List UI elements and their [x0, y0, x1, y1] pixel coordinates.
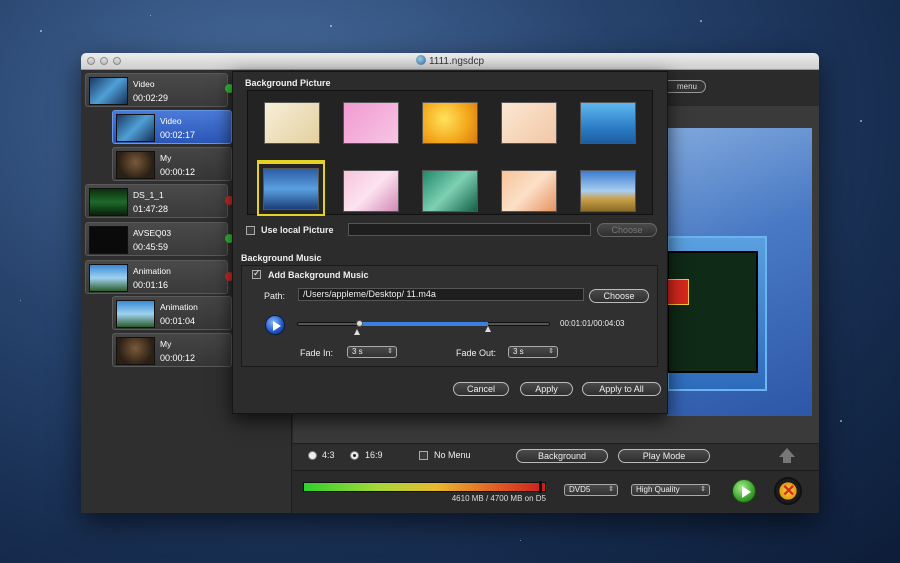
ratio-16-9-label: 16:9 [365, 450, 383, 460]
choose-music-button[interactable]: Choose [589, 289, 649, 303]
preview-play-button[interactable] [732, 479, 756, 503]
item-duration: 00:00:12 [160, 353, 196, 363]
sidebar-item-my-2[interactable]: My 00:00:12 [112, 333, 232, 367]
photo-thumbnail [116, 151, 155, 179]
item-title: Animation [160, 302, 198, 312]
fade-out-label: Fade Out: [456, 348, 497, 358]
item-title: DS_1_1 [133, 190, 164, 200]
item-title: AVSEQ03 [133, 228, 172, 238]
ratio-4-3-label: 4:3 [322, 450, 335, 460]
selection-highlight [257, 160, 325, 216]
item-duration: 00:01:04 [160, 316, 196, 326]
updown-icon: ⇕ [608, 486, 614, 493]
local-picture-path-input[interactable] [348, 223, 591, 236]
menu-preview-logo [667, 279, 689, 305]
bg-thumb-blue[interactable] [580, 102, 636, 144]
item-duration: 00:01:16 [133, 280, 169, 290]
item-duration: 00:02:29 [133, 93, 169, 103]
item-title: My [160, 339, 172, 349]
item-title: Video [133, 79, 155, 89]
cancel-button[interactable]: Cancel [453, 382, 509, 396]
title-bar: 1111.ngsdcp [81, 53, 819, 70]
item-duration: 00:00:12 [160, 167, 196, 177]
video-thumbnail [89, 188, 128, 216]
no-menu-label: No Menu [434, 450, 471, 460]
ratio-4-3-radio[interactable] [308, 451, 317, 460]
updown-icon: ⇕ [700, 486, 706, 493]
bg-thumb-sky-field[interactable] [580, 170, 636, 212]
use-local-picture-label: Use local Picture [261, 225, 334, 235]
music-path-input[interactable]: /Users/appleme/Desktop/ 11.m4a [298, 288, 584, 301]
photo-thumbnail [116, 337, 155, 365]
disc-capacity-bar [303, 482, 546, 492]
item-duration: 00:45:59 [133, 242, 169, 252]
item-duration: 00:02:17 [160, 130, 196, 140]
up-arrow-stem [783, 456, 791, 463]
path-label: Path: [264, 291, 286, 301]
apply-button[interactable]: Apply [520, 382, 573, 396]
capacity-marker [539, 481, 543, 493]
star [40, 30, 42, 32]
item-duration: 01:47:28 [133, 204, 169, 214]
music-play-button[interactable] [265, 315, 285, 335]
bg-thumb-pink-flowers[interactable] [343, 170, 399, 212]
bg-thumb-bear[interactable] [264, 102, 320, 144]
bg-thumb-peach-bloom[interactable] [501, 170, 557, 212]
sidebar-item-animation-sub[interactable]: Animation 00:01:04 [112, 296, 232, 330]
video-thumbnail [116, 114, 155, 142]
bg-thumb-pink-bunny[interactable] [343, 102, 399, 144]
star [330, 25, 332, 27]
no-menu-checkbox[interactable] [419, 451, 428, 460]
background-music-heading: Background Music [241, 253, 322, 263]
sidebar-item-video[interactable]: Video 00:02:29 [85, 73, 228, 107]
choose-picture-button[interactable]: Choose [597, 223, 657, 237]
sidebar-item-animation[interactable]: Animation 00:01:16 [85, 260, 228, 294]
add-background-music-checkbox[interactable] [252, 268, 261, 279]
video-thumbnail [89, 77, 128, 105]
fade-out-select[interactable]: 3 s ⇕ [508, 346, 558, 358]
video-thumbnail [116, 300, 155, 328]
star [840, 420, 842, 422]
star [860, 120, 862, 122]
video-thumbnail [89, 264, 128, 292]
sidebar-item-ds-1-1[interactable]: DS_1_1 01:47:28 [85, 184, 228, 218]
star [20, 300, 21, 301]
star [520, 540, 521, 541]
document-icon [415, 55, 426, 65]
sidebar-item-video-sub[interactable]: Video 00:02:17 [112, 110, 232, 144]
apply-to-all-button[interactable]: Apply to All [582, 382, 661, 396]
capacity-text: 4610 MB / 4700 MB on D5 [451, 494, 546, 503]
star [150, 15, 151, 16]
start-marker-icon[interactable] [354, 329, 360, 335]
updown-icon: ⇕ [387, 348, 393, 355]
bg-thumb-orange[interactable] [422, 102, 478, 144]
add-background-music-label: Add Background Music [268, 270, 369, 280]
fade-in-select[interactable]: 3 s ⇕ [347, 346, 397, 358]
music-time-display: 00:01:01/00:04:03 [560, 319, 625, 328]
background-button[interactable]: Background [516, 449, 608, 463]
sidebar-item-my[interactable]: My 00:00:12 [112, 147, 232, 181]
play-mode-button[interactable]: Play Mode [618, 449, 710, 463]
item-title: My [160, 153, 172, 163]
burn-icon: ✕ [782, 483, 796, 500]
sidebar-item-avseq03[interactable]: AVSEQ03 00:45:59 [85, 222, 228, 256]
video-thumbnail [89, 226, 128, 254]
background-picture-heading: Background Picture [245, 78, 331, 88]
star [700, 20, 702, 22]
trim-start-handle[interactable] [356, 320, 363, 327]
item-title: Video [160, 116, 182, 126]
end-marker-icon[interactable] [485, 326, 491, 332]
music-trim-range [360, 322, 488, 326]
fade-in-label: Fade In: [300, 348, 334, 358]
disc-type-select[interactable]: DVD5 ⇕ [564, 484, 618, 496]
item-title: Animation [133, 266, 171, 276]
quality-select[interactable]: High Quality ⇕ [631, 484, 710, 496]
menu-preview-screen [667, 251, 758, 373]
ratio-16-9-radio[interactable] [350, 451, 359, 460]
bg-thumb-teal[interactable] [422, 170, 478, 212]
use-local-picture-checkbox[interactable] [246, 226, 255, 235]
window-title: 1111.ngsdcp [81, 55, 819, 67]
updown-icon: ⇕ [548, 348, 554, 355]
bg-thumb-peach-flowers[interactable] [501, 102, 557, 144]
